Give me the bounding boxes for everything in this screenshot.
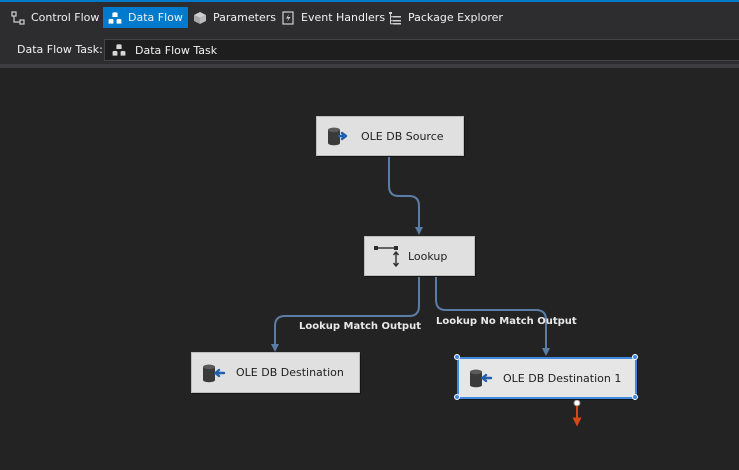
lookup-no-match-output-label[interactable]: Lookup No Match Output [436,316,577,327]
ole-db-destination-node[interactable]: OLE DB Destination [191,352,360,393]
node-label: OLE DB Destination [236,366,344,379]
parameters-icon [194,11,206,24]
selection-handle-bottom-right[interactable] [632,394,638,400]
lookup-match-connector[interactable] [271,276,420,352]
source-to-lookup-connector[interactable] [388,156,423,235]
tab-package-explorer[interactable]: Package Explorer [383,7,508,28]
data-flow-design-surface[interactable]: OLE DB Source Lookup OLE DB Destination … [0,68,739,470]
event-handlers-icon [282,10,294,25]
ole-db-destination-icon [203,364,226,382]
node-label: OLE DB Destination 1 [503,371,622,385]
tab-label: Event Handlers [301,11,386,24]
task-selector-value: Data Flow Task [135,43,218,57]
selection-handle-bottom-left[interactable] [454,394,460,400]
error-output-anchor[interactable] [573,399,581,407]
task-selector-label: Data Flow Task: [17,43,103,56]
ole-db-source-node[interactable]: OLE DB Source [316,116,464,156]
ole-db-source-icon [328,127,348,146]
tab-label: Control Flow [31,11,100,24]
tab-parameters[interactable]: Parameters [188,7,281,28]
lookup-no-match-connector[interactable] [435,276,550,356]
node-label: OLE DB Source [361,129,444,143]
control-flow-icon [11,10,25,25]
tab-label: Package Explorer [408,11,503,24]
designer-tab-bar: Control Flow Data Flow Parameters Event … [0,2,739,31]
tab-label: Parameters [213,11,276,24]
data-flow-task-icon [112,44,126,56]
data-flow-icon [108,11,122,24]
lookup-node[interactable]: Lookup [364,236,475,276]
ole-db-destination-icon [470,369,493,388]
selection-handle-top-left[interactable] [454,354,460,360]
tab-event-handlers[interactable]: Event Handlers [276,7,390,28]
node-label: Lookup [408,249,448,263]
tab-label: Data Flow [128,11,183,24]
tab-data-flow[interactable]: Data Flow [103,7,188,28]
package-explorer-icon [389,11,401,24]
task-selector-dropdown[interactable]: Data Flow Task [104,39,739,61]
tab-control-flow[interactable]: Control Flow [6,7,104,28]
selection-handle-top-right[interactable] [632,354,638,360]
task-selector-bar: Data Flow Task: Data Flow Task [0,31,739,65]
ole-db-destination-1-node[interactable]: OLE DB Destination 1 [457,357,637,399]
lookup-match-output-label[interactable]: Lookup Match Output [299,321,421,332]
lookup-icon [374,246,399,268]
